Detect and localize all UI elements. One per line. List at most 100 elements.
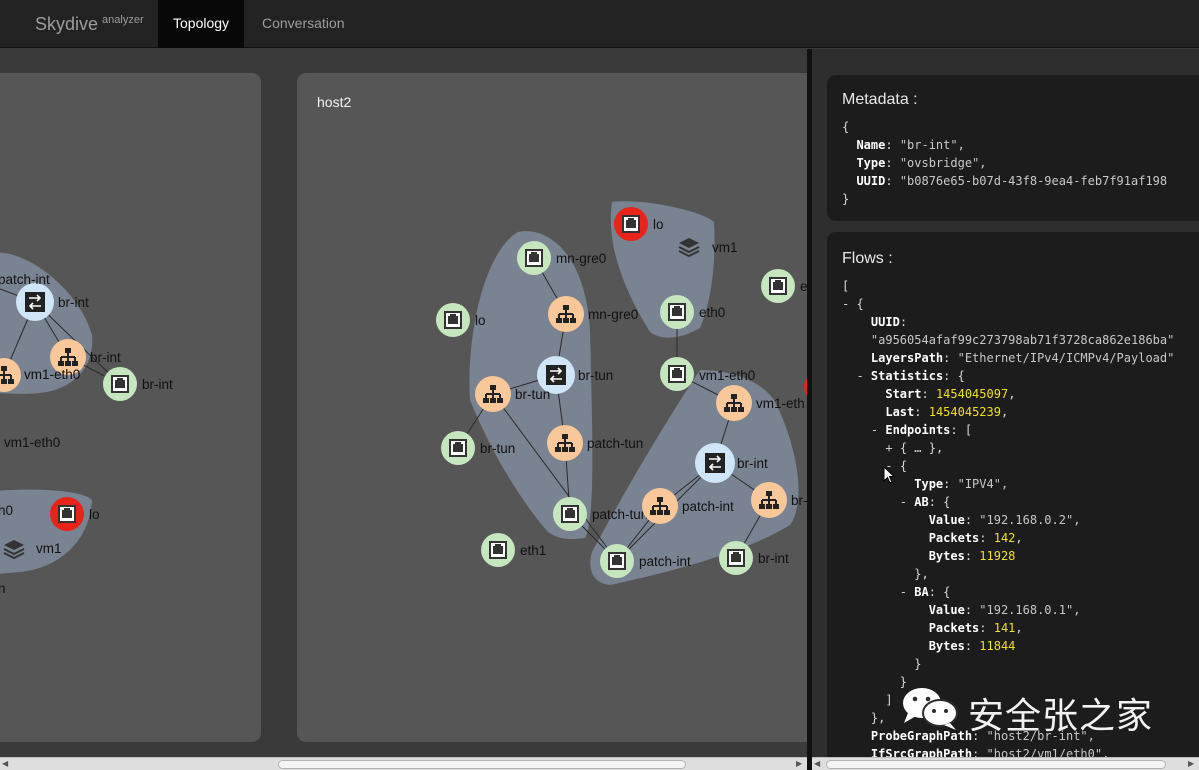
node-label: mn-gre0 <box>588 307 638 322</box>
watermark: 安全张之家 <box>900 685 1190 737</box>
json-brace: } <box>842 192 850 206</box>
node-label-vm1-eth0: vm1-eth0 <box>4 435 60 450</box>
json-key: Bytes <box>928 549 965 563</box>
collapse-toggle[interactable]: - <box>842 297 849 311</box>
json-key: BA <box>914 585 929 599</box>
json-key: Name <box>856 138 886 152</box>
node-label: vm1 <box>36 541 62 556</box>
node-label: br- <box>791 493 807 508</box>
node-host2-e-interface[interactable]: e <box>761 269 807 303</box>
node-host1-lo[interactable]: lo <box>50 497 100 531</box>
json-value: "b0876e65-b07d-43f8-9ea4-feb7f91af198 <box>899 174 1168 188</box>
details-scroll-thumb[interactable] <box>826 760 1166 769</box>
scroll-left-arrow-icon[interactable]: ◀ <box>814 759 820 768</box>
json-value: "Ethernet/IPv4/ICMPv4/Payload" <box>957 351 1175 365</box>
json-number: 142 <box>993 531 1016 545</box>
scroll-right-arrow-icon[interactable]: ▶ <box>1188 759 1194 768</box>
mouse-cursor-icon <box>883 466 895 484</box>
scroll-left-arrow-icon[interactable]: ◀ <box>2 759 8 768</box>
collapse-toggle[interactable]: - <box>856 369 863 383</box>
json-key: Type <box>856 156 886 170</box>
node-host2-patch-tun-port[interactable]: patch-tun <box>547 425 643 461</box>
collapse-toggle[interactable]: - <box>871 423 878 437</box>
flows-title: Flows : <box>842 250 893 267</box>
json-number: 1454045239 <box>928 405 1001 419</box>
node-label: br-int <box>142 377 173 392</box>
node-label: lo <box>653 217 664 232</box>
node-label: vm1 <box>712 240 738 255</box>
json-value: "192.168.0.1", <box>979 603 1081 617</box>
json-number: 11844 <box>979 639 1016 653</box>
node-host2-mn-gre0-port[interactable]: mn-gre0 <box>548 296 638 332</box>
json-key: LayersPath <box>870 351 944 365</box>
node-label: e <box>800 279 807 294</box>
brand-name: Skydive <box>35 14 99 34</box>
node-label: patch-tun <box>592 507 648 522</box>
tab-topology[interactable]: Topology <box>158 0 245 48</box>
expand-toggle[interactable]: + <box>885 441 892 455</box>
collapsed-object[interactable]: { … }, <box>900 441 943 455</box>
json-number: 11928 <box>979 549 1016 563</box>
node-label-truncated: n <box>0 581 6 596</box>
details-hscrollbar[interactable]: ◀ ▶ <box>812 757 1199 770</box>
json-value: "br-int", <box>899 138 965 152</box>
metadata-json: { Name: "br-int", Type: "ovsbridge", UUI… <box>842 120 1168 206</box>
node-label: patch-int <box>682 499 734 514</box>
json-number: 141 <box>993 621 1016 635</box>
json-key: UUID <box>856 174 886 188</box>
collapse-toggle[interactable]: - <box>900 495 907 509</box>
brand-subtitle: analyzer <box>102 14 144 26</box>
brand[interactable]: Skydive analyzer <box>35 14 144 35</box>
topology-hscrollbar[interactable]: ◀ ▶ <box>0 757 807 770</box>
node-label: patch-tun <box>587 436 643 451</box>
flows-card: Flows : [ - { UUID: "a956054afaf99c27379… <box>827 232 1199 758</box>
node-label: lo <box>89 507 100 522</box>
node-label: br-tun <box>515 387 550 402</box>
json-key: Value <box>928 603 965 617</box>
node-label: br-int <box>58 295 89 310</box>
json-brace: { <box>842 120 850 134</box>
node-label-eth0-truncated: h0 <box>0 503 13 518</box>
json-value: "IPV4", <box>957 477 1009 491</box>
json-key: Start <box>885 387 922 401</box>
node-host1-br-int-interface[interactable]: br-int <box>103 367 173 401</box>
metadata-title: Metadata : <box>842 91 918 108</box>
node-label: br-int <box>758 551 789 566</box>
topology-graph[interactable]: br-int patch-int br-int vm1-eth0 br-int … <box>0 49 807 756</box>
node-label: eth1 <box>520 543 546 558</box>
json-number: 1454045097 <box>935 387 1009 401</box>
node-label: lo <box>475 313 486 328</box>
scroll-right-arrow-icon[interactable]: ▶ <box>796 759 802 768</box>
tab-conversation[interactable]: Conversation <box>247 0 360 48</box>
node-label: mn-gre0 <box>556 251 606 266</box>
node-host2-br-port[interactable]: br- <box>751 482 807 518</box>
json-key: Packets <box>928 531 980 545</box>
topology-scroll-thumb[interactable] <box>278 760 686 769</box>
json-value: "ovsbridge", <box>899 156 987 170</box>
node-label: br-tun <box>578 368 613 383</box>
json-key: Last <box>885 405 915 419</box>
json-key: Endpoints <box>885 423 951 437</box>
node-label: br-int <box>90 350 121 365</box>
node-label: br-int <box>737 456 768 471</box>
json-key: Packets <box>928 621 980 635</box>
node-label: br-tun <box>480 441 515 456</box>
node-label: vm1-eth0 <box>24 367 80 382</box>
node-label: vm1-eth <box>756 396 805 411</box>
json-key: Type <box>914 477 944 491</box>
json-key: Bytes <box>928 639 965 653</box>
json-value: "a956054afaf99c273798ab71f3728ca862e186b… <box>870 333 1175 347</box>
details-panel: Metadata : { Name: "br-int", Type: "ovsb… <box>812 49 1199 758</box>
node-label: patch-int <box>639 554 691 569</box>
json-key: ProbeGraphPath <box>870 729 973 743</box>
node-label-patch-int: patch-int <box>0 272 50 287</box>
node-label: vm1-eth0 <box>699 368 755 383</box>
metadata-card: Metadata : { Name: "br-int", Type: "ovsb… <box>827 75 1199 221</box>
json-key: AB <box>914 495 929 509</box>
wechat-icon <box>903 688 958 730</box>
json-value: "192.168.0.2", <box>979 513 1081 527</box>
node-host2-eth1-interface[interactable]: eth1 <box>481 533 546 567</box>
topology-view[interactable]: host2 br-int patch-int br-int vm1-eth0 b… <box>0 49 807 756</box>
collapse-toggle[interactable]: - <box>900 585 907 599</box>
node-host2-br-int-interface[interactable]: br-int <box>719 541 789 575</box>
